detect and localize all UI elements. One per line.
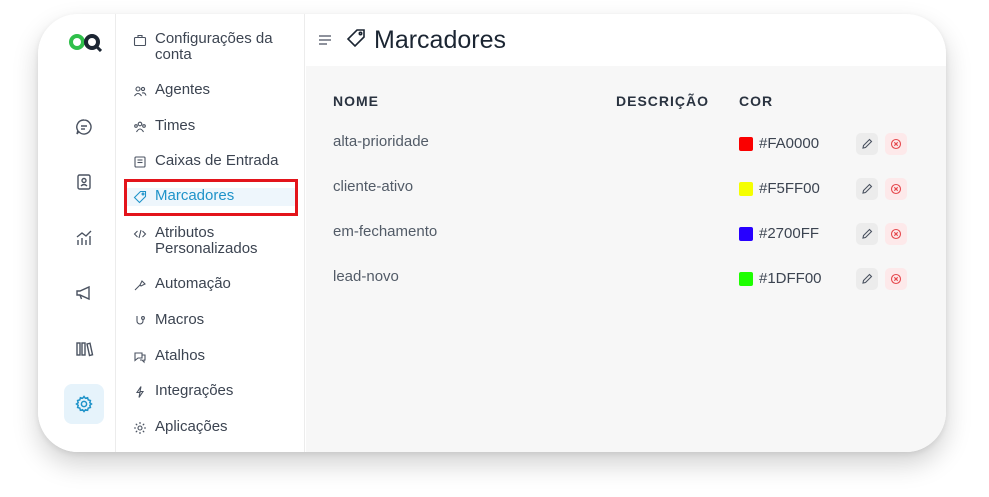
rail-campaigns-button[interactable] [64,273,104,313]
pencil-icon [862,138,873,149]
menu-item-macros[interactable]: Macros [125,312,297,328]
active-item-highlight [124,179,298,216]
edit-button[interactable] [856,223,878,245]
contacts-icon [77,174,91,190]
menu-item-label: Times [155,117,196,134]
tag-name: cliente-ativo [333,178,414,195]
team-icon [133,120,147,134]
menu-item-applications[interactable]: Aplicações [125,419,297,435]
color-swatch [739,137,753,151]
menu-item-label: Macros [155,311,205,328]
settings-menu: Configurações da conta Agentes Times Cai… [117,14,305,452]
menu-item-agents[interactable]: Agentes [125,82,297,98]
edit-button[interactable] [856,133,878,155]
menu-item-label: Automação [155,275,231,292]
pencil-icon [862,228,873,239]
menu-item-label: Atributos Personalizados [155,224,258,257]
table-row: lead-novo #1DFF00 [306,263,946,307]
tag-icon [346,29,365,48]
conversations-icon [76,119,92,135]
column-header-description: DESCRIÇÃO [616,93,710,109]
delete-button[interactable] [885,223,907,245]
table-row: em-fechamento #2700FF [306,217,946,261]
tag-name: em-fechamento [333,223,438,240]
menu-item-account-settings[interactable]: Configurações da conta [125,31,297,63]
chat-shortcut-icon [133,350,147,364]
app-window: Configurações da conta Agentes Times Cai… [38,14,946,452]
pencil-icon [862,183,873,194]
column-header-name: NOME [333,93,379,109]
page-header: Marcadores [306,14,946,66]
menu-item-shortcuts[interactable]: Atalhos [125,348,297,364]
color-swatch [739,182,753,196]
delete-button[interactable] [885,133,907,155]
rail-settings-button[interactable] [64,384,104,424]
menu-item-label: Caixas de Entrada [155,152,279,169]
tag-name: alta-prioridade [333,133,429,150]
table-row: alta-prioridade #FA0000 [306,127,946,171]
color-hex: #F5FF00 [759,180,820,197]
code-icon [133,227,147,241]
close-circle-icon [890,228,902,240]
library-icon [76,342,94,357]
main-content: Marcadores NOME DESCRIÇÃO COR alta-prior… [306,14,946,452]
tag-name: lead-novo [333,268,399,285]
macro-icon [133,314,147,328]
briefcase-icon [133,33,147,47]
settings-icon [75,395,93,413]
apps-icon [133,421,147,435]
logo-icon [69,34,102,52]
icon-rail [38,14,116,452]
menu-item-label: Atalhos [155,347,206,364]
rail-reports-button[interactable] [64,218,104,258]
rail-conversations-button[interactable] [64,107,104,147]
color-hex: #2700FF [759,225,820,242]
menu-toggle-icon[interactable] [318,34,332,46]
menu-item-label: Agentes [155,81,211,98]
pencil-icon [862,273,873,284]
color-swatch [739,272,753,286]
campaigns-icon [76,285,90,301]
color-swatch [739,227,753,241]
menu-item-label: Configurações da conta [155,30,273,63]
color-hex: #FA0000 [759,135,820,152]
rail-library-button[interactable] [64,329,104,369]
close-circle-icon [890,183,902,195]
column-header-color: COR [739,93,774,109]
rail-contacts-button[interactable] [64,162,104,202]
close-circle-icon [890,138,902,150]
menu-item-label: Integrações [155,382,234,399]
menu-item-custom-attributes[interactable]: Atributos Personalizados [125,225,297,257]
menu-item-automation[interactable]: Automação [125,276,297,292]
delete-button[interactable] [885,178,907,200]
inbox-icon [133,155,147,169]
table-row: cliente-ativo #F5FF00 [306,172,946,216]
menu-item-inboxes[interactable]: Caixas de Entrada [125,153,297,169]
edit-button[interactable] [856,268,878,290]
menu-item-integrations[interactable]: Integrações [125,383,297,399]
edit-button[interactable] [856,178,878,200]
automation-icon [133,278,147,292]
lightning-icon [133,385,147,399]
menu-item-label: Aplicações [155,418,228,435]
reports-icon [76,230,92,245]
color-hex: #1DFF00 [759,270,822,287]
close-circle-icon [890,273,902,285]
people-icon [133,84,147,98]
delete-button[interactable] [885,268,907,290]
menu-item-teams[interactable]: Times [125,118,297,134]
page-title: Marcadores [374,26,506,54]
